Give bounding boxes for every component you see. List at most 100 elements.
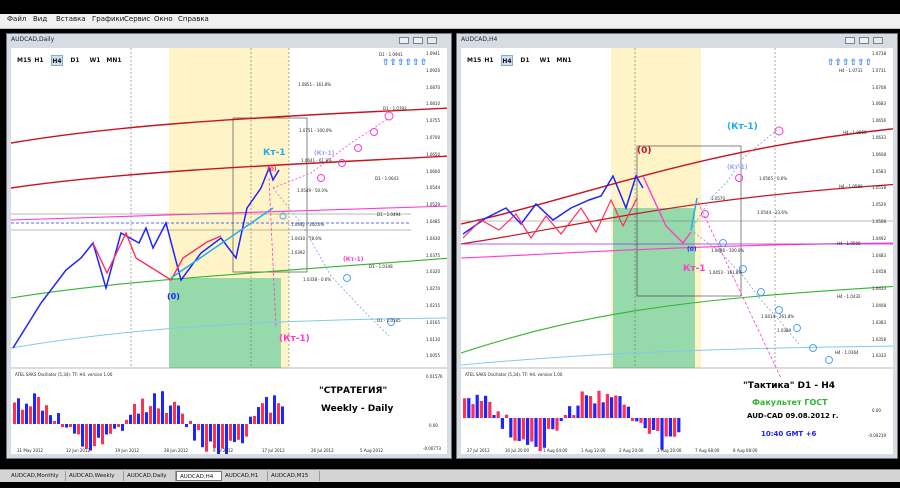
- price-axis-label: 1.0375: [426, 252, 440, 258]
- chart-tabs: AUDCAD,Monthly AUDCAD,Weekly AUDCAD,Dail…: [0, 469, 900, 482]
- osc-bar: [265, 397, 268, 424]
- osc-bar: [81, 424, 84, 447]
- fib-label: D1 - 1.0643: [375, 176, 399, 181]
- osc-label: ATEL SAKS Oscillator (5,34). TF: H4. ver…: [15, 372, 113, 377]
- osc-bar: [530, 418, 534, 442]
- tactic-title: "Тактика" D1 - H4: [743, 381, 836, 391]
- price-axis-label: 1.0508: [872, 219, 886, 224]
- strategy-title: "СТРАТЕГИЯ": [319, 386, 388, 396]
- osc-bar: [145, 412, 148, 424]
- date-axis-label: 12 Jun 2012: [66, 448, 91, 453]
- price-axis-label: 1.0529: [872, 202, 886, 208]
- osc-bar: [153, 393, 156, 424]
- price-axis-label: 1.0483: [872, 252, 886, 258]
- price-axis-label: 1.0433: [872, 286, 886, 292]
- fib-label: H4 - 1.0364: [835, 350, 859, 355]
- tab-m15[interactable]: AUDCAD,M15: [268, 471, 320, 481]
- tab-weekly[interactable]: AUDCAD,Weekly: [66, 471, 124, 481]
- osc-bar: [589, 395, 593, 418]
- price-axis-label: 1.0600: [426, 168, 440, 174]
- menu-help[interactable]: Справка: [178, 15, 209, 23]
- menu-charts[interactable]: Графики: [92, 15, 124, 23]
- osc-bar: [49, 415, 52, 424]
- osc-bar: [467, 398, 471, 418]
- app-titlebar: [0, 0, 900, 14]
- price-axis-label: 1.0700: [426, 135, 440, 140]
- fib-label: 1.0389: [777, 328, 791, 333]
- maximize-button[interactable]: [859, 37, 869, 44]
- close-button[interactable]: [873, 37, 883, 44]
- price-axis-label: 1.0529: [426, 202, 440, 208]
- menu-file[interactable]: Файл: [7, 15, 26, 23]
- arrows-icon: ⇧⇧⇧⇧⇧⇧: [827, 58, 873, 68]
- price-axis-label: 1.0055: [426, 353, 440, 359]
- projection-magenta: [695, 197, 782, 379]
- osc-bar: [69, 424, 72, 427]
- wave-label: (Кт-1): [727, 122, 758, 132]
- osc-bar: [185, 424, 188, 427]
- osc-bar: [161, 391, 164, 424]
- price-axis-label: 1.0333: [872, 353, 886, 359]
- osc-bar: [105, 424, 108, 435]
- wave-label: Кт-1: [683, 264, 706, 274]
- osc-bar: [53, 421, 56, 424]
- price-axis-label: 1.0708: [872, 84, 886, 90]
- wave-label: Кт-1: [263, 148, 286, 158]
- right-chart-area[interactable]: M15 H1 H4 D1 W1 MN1 H4 - 1.0731 H4 - 1.0…: [461, 48, 893, 454]
- menu-service[interactable]: Сервис: [124, 15, 150, 23]
- fib-label: D1 - 1.0792: [383, 106, 407, 111]
- price-axis-label: 1.0430: [426, 235, 440, 241]
- osc-bar: [29, 406, 32, 424]
- fib-label: 1.0453 - 161.8%: [709, 270, 743, 275]
- osc-bar: [534, 418, 538, 447]
- tab-monthly[interactable]: AUDCAD,Monthly: [8, 471, 66, 481]
- minimize-button[interactable]: [845, 37, 855, 44]
- date-axis-label: 9 Jul 2012: [213, 448, 234, 453]
- maximize-button[interactable]: [413, 37, 423, 44]
- price-axis-label: 1.0870: [426, 84, 440, 90]
- minimize-button[interactable]: [399, 37, 409, 44]
- price-axis-label: 1.0320: [426, 269, 440, 275]
- tab-daily[interactable]: AUDCAD,Daily: [124, 471, 176, 481]
- osc-bar: [484, 395, 488, 418]
- price-axis-label: 1.0738: [872, 51, 886, 56]
- osc-bar: [513, 418, 517, 441]
- osc-bar: [129, 414, 132, 424]
- osc-bar: [33, 393, 36, 424]
- osc-bar: [141, 398, 144, 424]
- price-axis-label: 1.0544: [426, 185, 440, 191]
- price-axis-label: 1.0583: [872, 168, 886, 174]
- osc-bar: [97, 424, 100, 438]
- time-label: 10:40 GMT +6: [761, 430, 817, 438]
- left-chart-area[interactable]: M15 H1 H4 D1 W1 MN1 D1 - 1.0643 D1 - 1.0…: [11, 48, 447, 454]
- tab-h4[interactable]: AUDCAD,H4: [176, 471, 222, 481]
- menu-window[interactable]: Окно: [154, 15, 173, 23]
- menu-insert[interactable]: Вставка: [56, 15, 86, 23]
- osc-bar: [93, 424, 96, 447]
- menu-view[interactable]: Вид: [33, 15, 47, 23]
- right-chart-window: AUDCAD,H4 M15 H1 H4 D1 W1 MN1 H4 - 1.073…: [456, 33, 898, 459]
- osc-bar: [509, 418, 513, 438]
- price-axis-label: 1.0492: [872, 235, 886, 241]
- osc-bar: [37, 397, 40, 424]
- osc-value: -0.00773: [423, 446, 441, 451]
- target-circle: [825, 356, 833, 364]
- date-axis-label: 2 Aug 20:00: [619, 448, 644, 453]
- price-axis-label: 1.0731: [872, 67, 886, 73]
- price-axis-label: 1.0110: [426, 336, 440, 342]
- osc-bar: [668, 418, 672, 437]
- osc-bar: [631, 418, 635, 421]
- target-circle: [775, 306, 783, 314]
- price-axis-label: 1.0215: [426, 303, 440, 308]
- osc-bar: [205, 424, 208, 452]
- osc-bar: [610, 397, 614, 418]
- price-axis-label: 1.0683: [872, 101, 886, 107]
- fib-label: 1.0414 - 261.8%: [761, 314, 795, 319]
- fib-label: 1.0851 - 161.8%: [298, 82, 332, 87]
- price-axis-label: 1.0920: [426, 67, 440, 73]
- close-button[interactable]: [427, 37, 437, 44]
- osc-bar: [568, 406, 572, 418]
- osc-bar: [109, 424, 112, 434]
- tab-h1[interactable]: AUDCAD,H1: [222, 471, 268, 481]
- price-axis-label: 1.0810: [426, 101, 440, 107]
